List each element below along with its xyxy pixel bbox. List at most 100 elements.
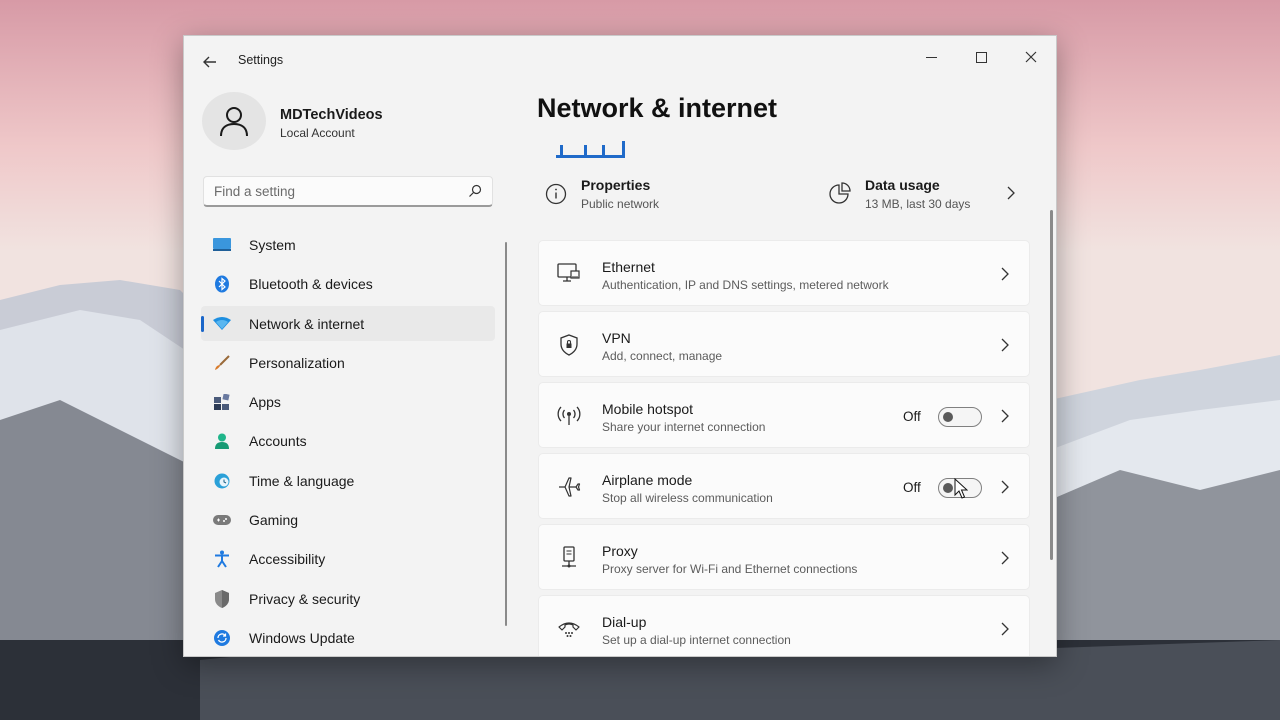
sidebar-item-bluetooth[interactable]: Bluetooth & devices <box>201 266 495 301</box>
sidebar-item-accessibility[interactable]: Accessibility <box>201 541 495 576</box>
sidebar-nav: System Bluetooth & devices Network & int… <box>201 227 495 656</box>
card-title: Proxy <box>602 543 638 559</box>
card-title: Mobile hotspot <box>602 401 694 417</box>
sidebar-item-label: Gaming <box>249 512 299 529</box>
sidebar-item-time-language[interactable]: Time & language <box>201 463 495 498</box>
sidebar-item-privacy[interactable]: Privacy & security <box>201 581 495 616</box>
card-title: Dial-up <box>602 614 647 630</box>
card-proxy[interactable]: Proxy Proxy server for Wi-Fi and Etherne… <box>538 524 1030 590</box>
sidebar-item-label: Network & internet <box>249 315 365 332</box>
mouse-cursor-icon <box>954 478 968 499</box>
properties-subtitle: Public network <box>581 197 660 211</box>
info-icon <box>545 183 567 205</box>
person-icon <box>213 432 231 450</box>
search-input[interactable]: Find a setting <box>203 176 493 207</box>
sidebar-item-gaming[interactable]: Gaming <box>201 502 495 537</box>
card-ethernet[interactable]: Ethernet Authentication, IP and DNS sett… <box>538 240 1030 306</box>
sidebar-item-label: Accounts <box>249 433 307 450</box>
person-icon <box>220 107 248 137</box>
data-usage-icon <box>829 182 851 204</box>
page-title: Network & internet <box>537 93 778 123</box>
sidebar-item-network[interactable]: Network & internet <box>201 305 495 341</box>
card-title: VPN <box>602 330 631 346</box>
toggle-knob <box>943 412 953 422</box>
bluetooth-icon <box>213 275 231 293</box>
sidebar-item-label: Windows Update <box>249 629 355 646</box>
title-bar: Settings <box>184 36 1056 84</box>
airplane-icon <box>557 475 581 499</box>
data-usage-title: Data usage <box>865 177 940 193</box>
avatar <box>202 92 266 150</box>
mobile-hotspot-toggle[interactable] <box>938 407 982 427</box>
settings-card-list: Ethernet Authentication, IP and DNS sett… <box>538 240 1030 656</box>
monitor-icon <box>213 236 231 254</box>
close-icon <box>1025 51 1037 63</box>
wifi-icon <box>213 315 231 333</box>
chevron-right-icon <box>1007 186 1015 200</box>
sidebar-item-label: System <box>249 237 296 253</box>
back-arrow-icon <box>203 56 216 68</box>
vpn-shield-icon <box>557 333 581 357</box>
sidebar-item-label: Bluetooth & devices <box>249 276 373 293</box>
chevron-right-icon <box>1001 551 1009 565</box>
sidebar-item-apps[interactable]: Apps <box>201 384 495 419</box>
toggle-knob <box>943 483 953 493</box>
card-title: Ethernet <box>602 259 655 275</box>
back-button[interactable] <box>198 50 222 74</box>
sidebar-item-personalization[interactable]: Personalization <box>201 345 495 380</box>
sidebar-item-label: Personalization <box>249 354 345 371</box>
sidebar-item-label: Apps <box>249 394 281 411</box>
sidebar-item-windows-update[interactable]: Windows Update <box>201 620 495 655</box>
sidebar-item-accounts[interactable]: Accounts <box>201 423 495 458</box>
close-button[interactable] <box>1007 42 1055 72</box>
proxy-icon <box>557 546 581 570</box>
globe-clock-icon <box>213 472 231 490</box>
sidebar-item-label: Accessibility <box>249 551 326 568</box>
toggle-state-label: Off <box>903 409 921 424</box>
card-subtitle: Authentication, IP and DNS settings, met… <box>602 278 889 292</box>
card-subtitle: Share your internet connection <box>602 420 766 434</box>
chevron-right-icon <box>1001 622 1009 636</box>
network-info-row: Properties Public network Data usage 13 … <box>537 174 1027 218</box>
account-type: Local Account <box>280 126 355 140</box>
brush-icon <box>213 354 231 372</box>
apps-icon <box>213 393 231 411</box>
maximize-button[interactable] <box>957 42 1005 72</box>
chevron-right-icon <box>1001 480 1009 494</box>
dialup-icon <box>557 617 581 641</box>
sidebar-scrollbar[interactable] <box>505 242 507 626</box>
card-subtitle: Add, connect, manage <box>602 349 723 363</box>
accessibility-icon <box>213 550 231 568</box>
properties-title: Properties <box>581 177 651 193</box>
hotspot-icon <box>557 404 581 428</box>
card-subtitle: Proxy server for Wi-Fi and Ethernet conn… <box>602 562 858 576</box>
gamepad-icon <box>213 511 231 529</box>
toggle-state-label: Off <box>903 480 921 495</box>
search-placeholder: Find a setting <box>214 184 296 199</box>
sidebar-item-label: Time & language <box>249 472 355 489</box>
card-vpn[interactable]: VPN Add, connect, manage <box>538 311 1030 377</box>
data-usage-subtitle: 13 MB, last 30 days <box>865 197 971 211</box>
ethernet-icon <box>557 262 581 286</box>
minimize-button[interactable] <box>907 42 955 72</box>
chevron-right-icon <box>1001 338 1009 352</box>
main-scrollbar[interactable] <box>1050 210 1053 560</box>
user-name: MDTechVideos <box>280 107 383 123</box>
app-title: Settings <box>238 53 284 67</box>
network-status-graphic <box>546 141 626 158</box>
card-title: Airplane mode <box>602 472 693 488</box>
settings-window: Settings MDTechVideos Local Account Find… <box>183 35 1057 657</box>
maximize-icon <box>975 51 987 63</box>
shield-icon <box>213 589 231 608</box>
sidebar-item-label: Privacy & security <box>249 590 361 607</box>
sidebar-item-system[interactable]: System <box>201 227 495 262</box>
card-mobile-hotspot[interactable]: Mobile hotspot Share your internet conne… <box>538 382 1030 448</box>
chevron-right-icon <box>1001 267 1009 281</box>
update-icon <box>213 629 231 647</box>
search-icon <box>469 184 482 197</box>
card-subtitle: Stop all wireless communication <box>602 491 773 505</box>
card-subtitle: Set up a dial-up internet connection <box>602 633 791 647</box>
card-dial-up[interactable]: Dial-up Set up a dial-up internet connec… <box>538 595 1030 656</box>
chevron-right-icon <box>1001 409 1009 423</box>
minimize-icon <box>925 56 937 58</box>
